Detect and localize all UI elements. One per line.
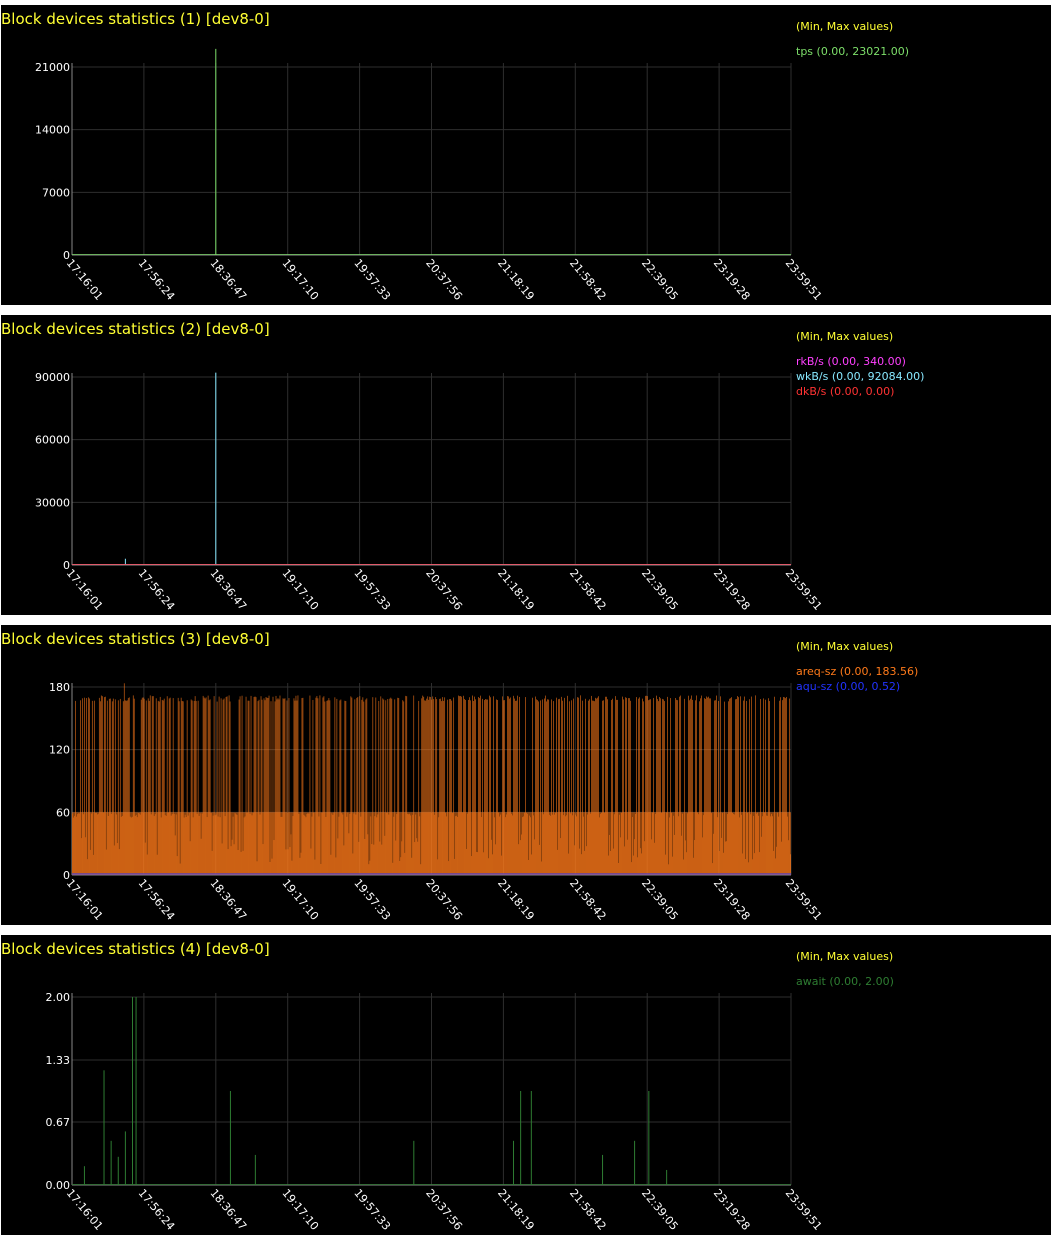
x-tick-label: 17:56:24	[136, 1187, 178, 1233]
x-tick-label: 19:57:33	[351, 567, 393, 613]
legend-4: (Min, Max values) await (0.00, 2.00)	[796, 949, 894, 989]
x-tick-label: 17:56:24	[136, 567, 178, 613]
x-tick-label: 21:58:42	[567, 257, 609, 303]
legend-header-1: (Min, Max values)	[796, 20, 894, 33]
x-tick-label: 19:57:33	[351, 1187, 393, 1233]
legend-header-2: (Min, Max values)	[796, 330, 894, 343]
x-tick-label: 18:36:47	[208, 257, 250, 303]
y-tick-label: 60000	[35, 434, 70, 447]
chart-title-4: Block devices statistics (4) [dev8-0]	[1, 940, 270, 958]
legend-3: (Min, Max values) areq-sz (0.00, 183.56)…	[796, 639, 918, 694]
chart-panel-2: 0 30000 60000 90000 17:16:01 17:56:24 18:36:47…	[1, 315, 1051, 615]
x-tick-label: 23:59:51	[783, 877, 825, 923]
x-tick-label: 22:39:05	[639, 257, 681, 303]
x-tick-label: 21:18:19	[495, 567, 537, 613]
x-tick-label: 22:39:05	[639, 877, 681, 923]
legend-entry-areq-sz: areq-sz (0.00, 183.56)	[796, 665, 919, 678]
y-tick-label: 30000	[35, 496, 70, 509]
x-tick-label: 18:36:47	[208, 877, 250, 923]
x-tick-label: 23:59:51	[783, 567, 825, 613]
x-tick-label: 23:19:28	[711, 257, 753, 303]
x-tick-label: 23:19:28	[711, 877, 753, 923]
x-tick-label: 21:18:19	[495, 877, 537, 923]
chart-panel-1: 0 7000 14000 21000 17:16:01 17:56:24 18:36:47 1…	[1, 5, 1051, 305]
x-tick-label: 20:37:56	[423, 567, 465, 613]
y-tick-label: 0.00	[46, 1179, 71, 1192]
legend-entry-aqu-sz: aqu-sz (0.00, 0.52)	[796, 680, 901, 693]
x-tick-label: 19:57:33	[351, 877, 393, 923]
y-tick-label: 120	[49, 744, 70, 757]
x-tick-label: 21:18:19	[495, 257, 537, 303]
legend-entry-wkbs: wkB/s (0.00, 92084.00)	[796, 370, 925, 383]
legend-entry-rkbs: rkB/s (0.00, 340.00)	[796, 355, 906, 368]
chart-title-1: Block devices statistics (1) [dev8-0]	[1, 10, 270, 28]
areq-sz-band	[72, 812, 791, 875]
legend-entry-dkbs: dkB/s (0.00, 0.00)	[796, 385, 895, 398]
x-tick-label: 21:58:42	[567, 1187, 609, 1233]
x-tick-label: 23:59:51	[783, 257, 825, 303]
x-tick-label: 19:17:10	[279, 1187, 321, 1233]
x-tick-label: 23:19:28	[711, 567, 753, 613]
y-tick-label: 14000	[35, 124, 70, 137]
chart-title-2: Block devices statistics (2) [dev8-0]	[1, 320, 270, 338]
x-tick-label: 19:17:10	[279, 567, 321, 613]
x-tick-label: 18:36:47	[208, 567, 250, 613]
legend-header-4: (Min, Max values)	[796, 950, 894, 963]
x-tick-label: 19:17:10	[279, 257, 321, 303]
legend-1: (Min, Max values) tps (0.00, 23021.00)	[796, 19, 909, 59]
x-tick-label: 22:39:05	[639, 1187, 681, 1233]
x-tick-label: 23:59:51	[783, 1187, 825, 1233]
x-tick-label: 20:37:56	[423, 877, 465, 923]
y-tick-label: 2.00	[46, 991, 71, 1004]
chart-panel-3: 0 60 120 180 17:16:01 17:56:24 18:36:47 19:17:1…	[1, 625, 1051, 925]
x-tick-label: 21:18:19	[495, 1187, 537, 1233]
y-tick-label: 7000	[42, 186, 70, 199]
chart-title-3: Block devices statistics (3) [dev8-0]	[1, 630, 270, 648]
x-tick-label: 21:58:42	[567, 567, 609, 613]
x-tick-label: 18:36:47	[208, 1187, 250, 1233]
y-tick-label: 1.33	[46, 1054, 71, 1067]
legend-2: (Min, Max values) rkB/s (0.00, 340.00) w…	[796, 329, 924, 399]
x-tick-label: 17:16:01	[64, 567, 106, 613]
x-tick-label: 19:17:10	[279, 877, 321, 923]
x-tick-label: 17:16:01	[64, 1187, 106, 1233]
x-tick-label: 19:57:33	[351, 257, 393, 303]
chart-panel-4: 0.00 0.67 1.33 2.00 17:16:01 17:56:24 18:36:47…	[1, 935, 1051, 1235]
x-tick-label: 17:56:24	[136, 257, 178, 303]
x-tick-label: 20:37:56	[423, 1187, 465, 1233]
y-tick-label: 60	[56, 806, 70, 819]
y-tick-label: 0.67	[46, 1116, 71, 1129]
x-tick-label: 20:37:56	[423, 257, 465, 303]
x-tick-label: 17:16:01	[64, 257, 106, 303]
y-tick-label: 21000	[35, 61, 70, 74]
y-tick-label: 90000	[35, 371, 70, 384]
y-tick-label: 180	[49, 681, 70, 694]
x-tick-label: 17:56:24	[136, 877, 178, 923]
x-tick-label: 17:16:01	[64, 877, 106, 923]
x-tick-label: 22:39:05	[639, 567, 681, 613]
legend-header-3: (Min, Max values)	[796, 640, 894, 653]
legend-entry-await: await (0.00, 2.00)	[796, 975, 894, 988]
x-tick-label: 21:58:42	[567, 877, 609, 923]
legend-entry-tps: tps (0.00, 23021.00)	[796, 45, 910, 58]
x-tick-label: 23:19:28	[711, 1187, 753, 1233]
